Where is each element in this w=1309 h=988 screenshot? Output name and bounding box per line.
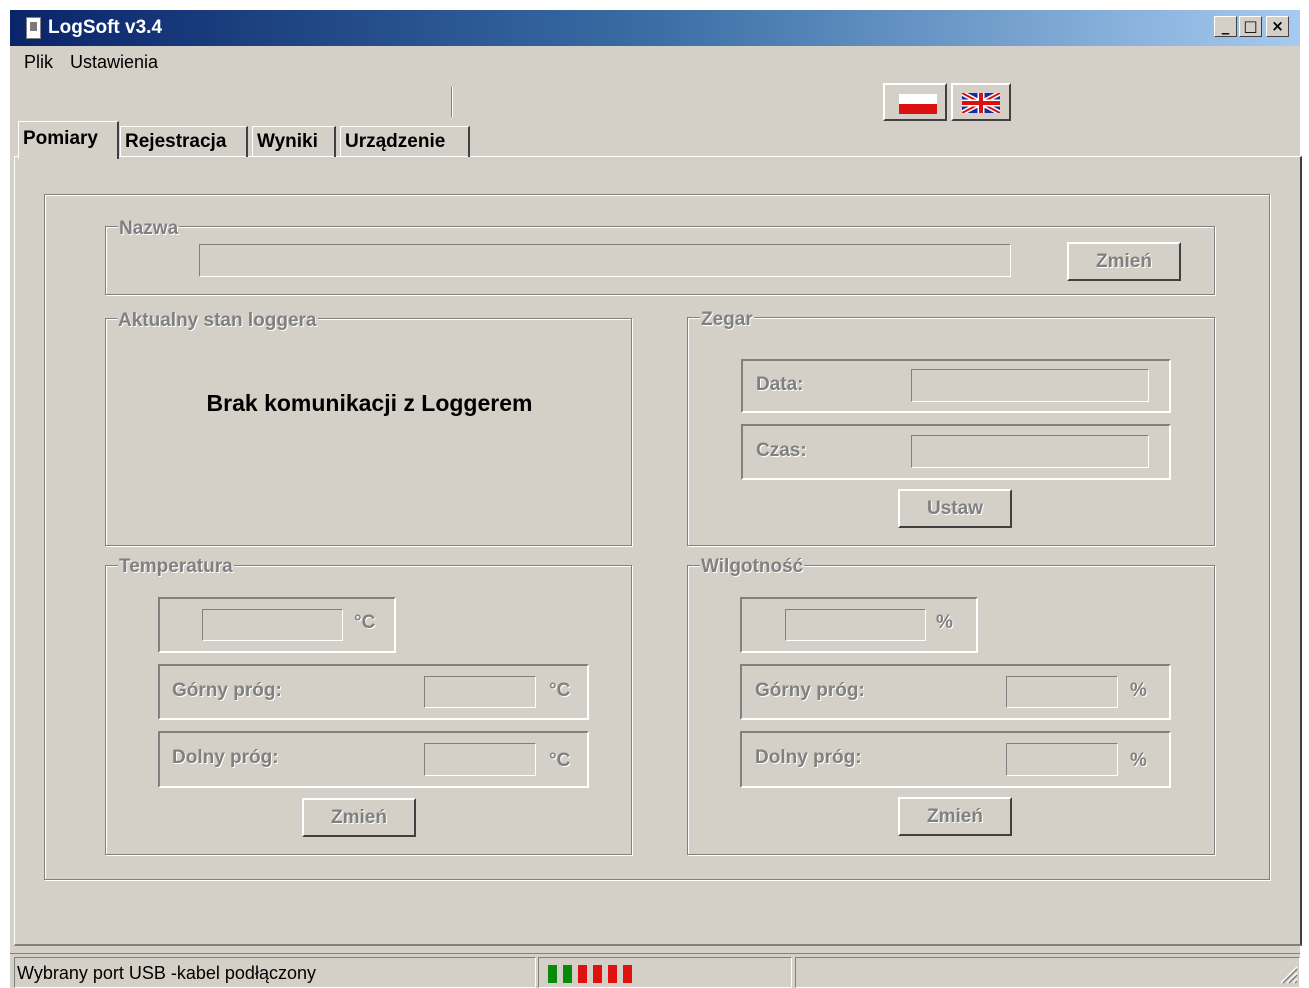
flag-uk-icon xyxy=(962,93,1000,113)
statusbar-empty-panel xyxy=(795,957,1300,988)
name-group-title: Nazwa xyxy=(118,218,180,239)
title-bar[interactable] xyxy=(10,10,1300,46)
window-title: LogSoft v3.4 xyxy=(48,17,163,38)
statusbar-port-text: Wybrany port USB -kabel podłączony xyxy=(17,963,316,983)
minimize-button[interactable]: _ xyxy=(1214,16,1237,37)
humidity-upper-unit: % xyxy=(1130,680,1147,701)
humidity-input[interactable] xyxy=(785,609,926,641)
logger-status-group xyxy=(105,318,632,546)
tab-wyniki[interactable]: Wyniki xyxy=(252,126,336,157)
name-change-button[interactable]: Zmień xyxy=(1067,242,1181,281)
temperature-upper-input[interactable] xyxy=(424,676,536,708)
toolbar-separator xyxy=(451,87,453,117)
tab-pomiary[interactable]: Pomiary xyxy=(18,121,119,159)
signal-led xyxy=(623,965,632,983)
statusbar-indicator-panel xyxy=(538,957,792,988)
humidity-upper-input[interactable] xyxy=(1006,676,1118,708)
humidity-lower-unit: % xyxy=(1130,750,1147,771)
temperature-unit: °C xyxy=(354,612,376,633)
signal-led xyxy=(608,965,617,983)
signal-led xyxy=(548,965,557,983)
temperature-lower-unit: °C xyxy=(549,750,571,771)
maximize-button[interactable]: □ xyxy=(1239,16,1262,37)
temperature-group-title: Temperatura xyxy=(118,556,234,577)
humidity-unit: % xyxy=(936,612,953,633)
time-label: Czas: xyxy=(756,440,807,461)
temperature-lower-input[interactable] xyxy=(424,743,536,776)
clock-group-title: Zegar xyxy=(700,309,754,330)
signal-led xyxy=(563,965,572,983)
menu-bar xyxy=(10,46,1300,74)
date-input[interactable] xyxy=(911,369,1149,402)
menu-settings[interactable]: Ustawienia xyxy=(70,51,158,73)
humidity-group-title: Wilgotność xyxy=(700,556,805,577)
close-button[interactable]: × xyxy=(1266,16,1289,37)
temperature-change-button[interactable]: Zmień xyxy=(302,798,416,837)
time-input[interactable] xyxy=(911,435,1149,468)
temperature-upper-label: Górny próg: xyxy=(172,680,282,701)
tab-rejestracja[interactable]: Rejestracja xyxy=(120,126,248,157)
language-polish-button[interactable] xyxy=(883,83,947,121)
humidity-lower-input[interactable] xyxy=(1006,743,1118,776)
temperature-upper-unit: °C xyxy=(549,680,571,701)
date-label: Data: xyxy=(756,374,804,395)
signal-led xyxy=(578,965,587,983)
humidity-change-button[interactable]: Zmień xyxy=(898,797,1012,836)
language-english-button[interactable] xyxy=(951,83,1011,121)
humidity-lower-label: Dolny próg: xyxy=(755,747,862,768)
app-icon xyxy=(26,17,41,39)
clock-set-button[interactable]: Ustaw xyxy=(898,489,1012,528)
resize-grip-icon[interactable] xyxy=(1276,962,1298,984)
name-input[interactable] xyxy=(199,244,1011,277)
tab-urzadzenie[interactable]: Urządzenie xyxy=(340,126,470,157)
temperature-input[interactable] xyxy=(202,609,343,641)
flag-pl-icon xyxy=(899,94,937,114)
logger-status-message: Brak komunikacji z Loggerem xyxy=(206,390,533,416)
logger-status-title: Aktualny stan loggera xyxy=(117,310,318,331)
humidity-upper-label: Górny próg: xyxy=(755,680,865,701)
menu-file[interactable]: Plik xyxy=(24,51,53,73)
statusbar-divider xyxy=(10,953,1300,954)
temperature-lower-label: Dolny próg: xyxy=(172,747,279,768)
signal-led xyxy=(593,965,602,983)
